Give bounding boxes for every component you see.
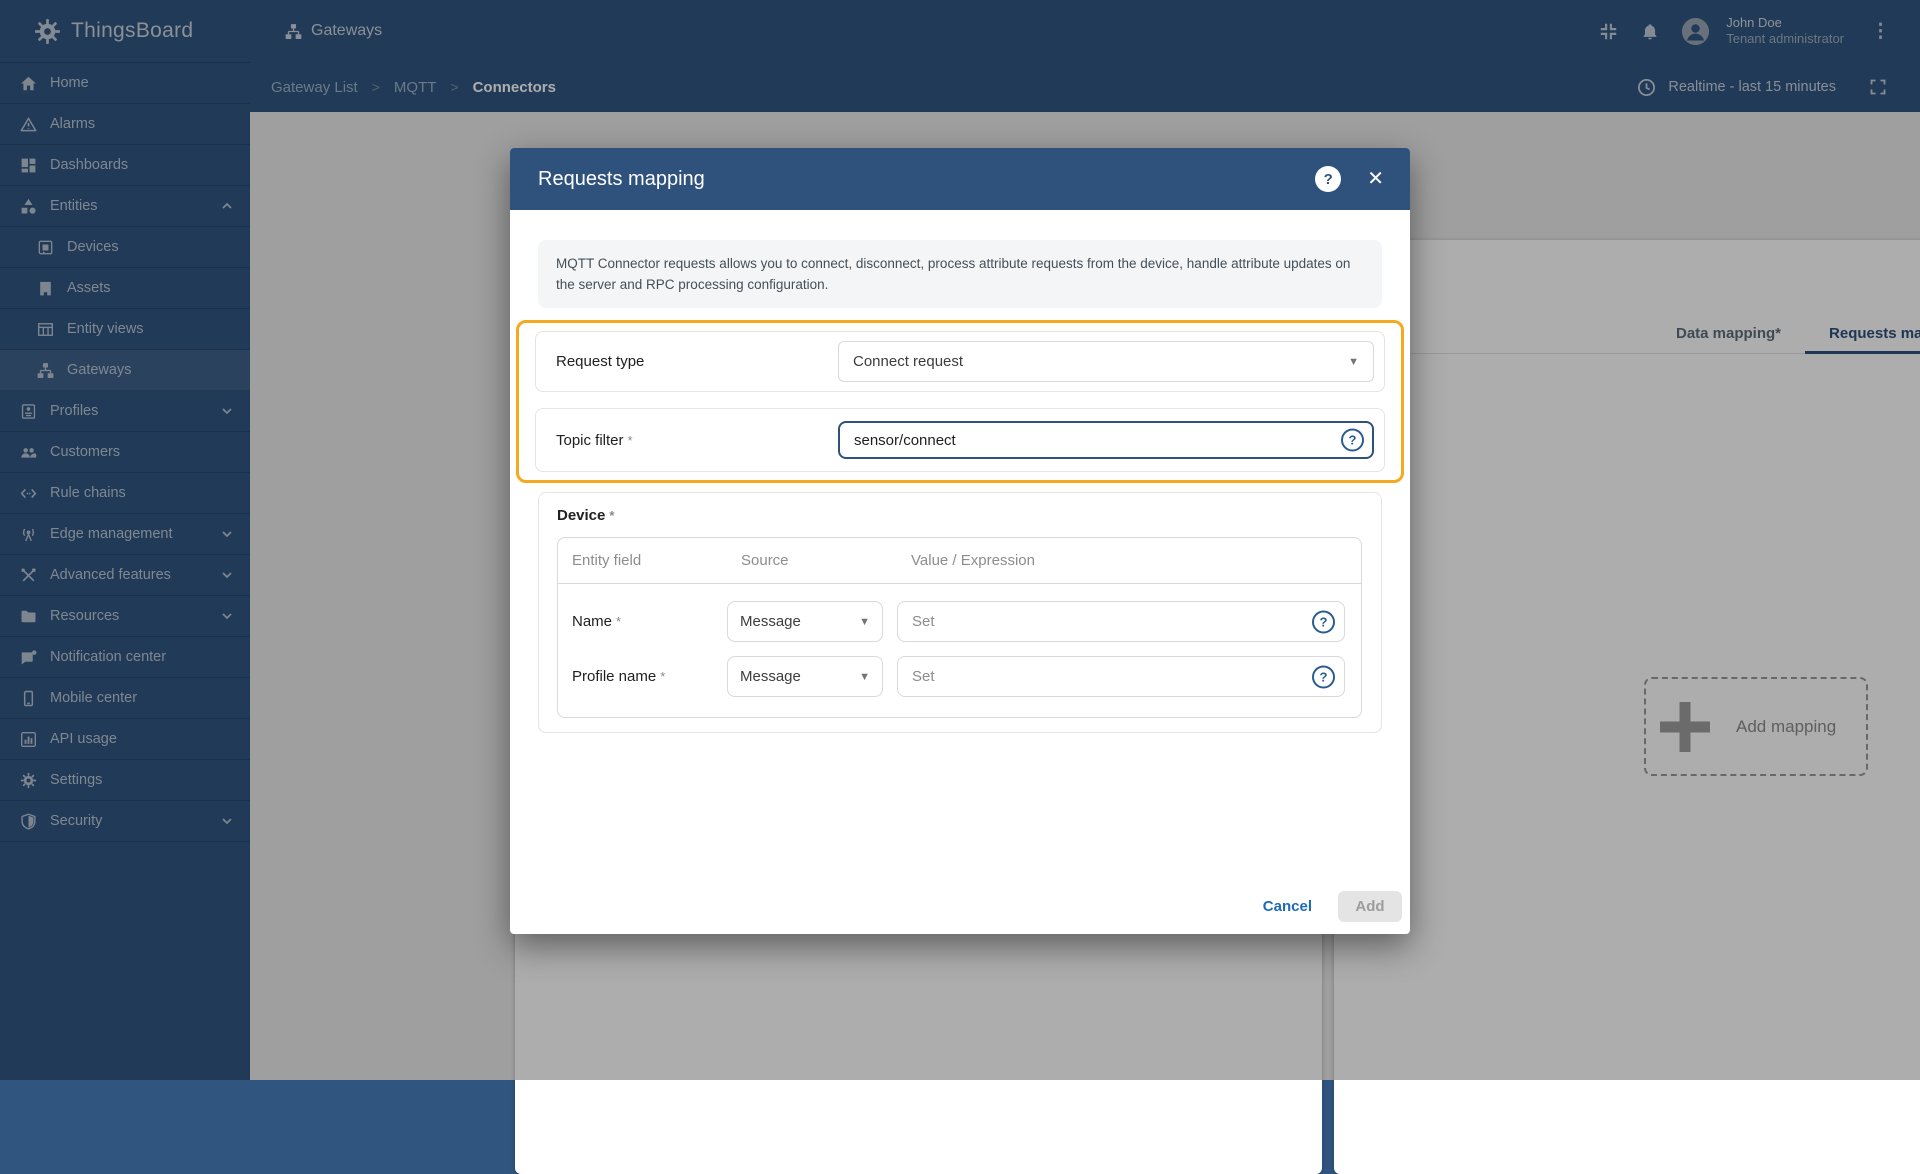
cancel-button[interactable]: Cancel	[1253, 890, 1322, 923]
required-asterisk: *	[616, 614, 621, 629]
topic-filter-input[interactable]	[838, 421, 1374, 459]
request-type-select[interactable]: Connect request ▼	[838, 341, 1374, 382]
column-value-expression: Value / Expression	[897, 552, 1361, 569]
device-table-row: Profile name* Message ▼ ?	[558, 656, 1345, 697]
chevron-down-icon: ▼	[859, 671, 870, 683]
device-table: Entity field Source Value / Expression N…	[557, 537, 1362, 718]
topic-filter-label: Topic filter*	[556, 432, 838, 449]
dialog-description: MQTT Connector requests allows you to co…	[538, 240, 1382, 308]
topic-filter-card: Topic filter* ?	[535, 408, 1385, 472]
tour-highlight-outline: Request type Connect request ▼ Topic fil…	[516, 320, 1404, 483]
requests-mapping-dialog: Requests mapping ? ✕ MQTT Connector requ…	[510, 148, 1410, 934]
request-type-card: Request type Connect request ▼	[535, 331, 1385, 392]
topic-filter-help-icon[interactable]: ?	[1341, 429, 1364, 452]
value-help-icon[interactable]: ?	[1312, 610, 1335, 633]
column-entity-field: Entity field	[558, 552, 727, 569]
dialog-header: Requests mapping ? ✕	[510, 148, 1410, 210]
value-expression-input[interactable]	[897, 656, 1345, 697]
dialog-footer: Cancel Add	[1253, 890, 1402, 923]
required-asterisk: *	[660, 669, 665, 684]
value-help-icon[interactable]: ?	[1312, 665, 1335, 688]
device-section-label: Device*	[557, 507, 1362, 524]
field-label-profile-name: Profile name*	[558, 668, 727, 685]
help-icon[interactable]: ?	[1315, 166, 1341, 192]
required-asterisk: *	[628, 433, 633, 448]
device-section: Device* Entity field Source Value / Expr…	[538, 492, 1382, 733]
device-table-row: Name* Message ▼ ?	[558, 601, 1345, 642]
required-asterisk: *	[609, 508, 614, 523]
source-select[interactable]: Message ▼	[727, 601, 883, 642]
source-select[interactable]: Message ▼	[727, 656, 883, 697]
value-expression-input[interactable]	[897, 601, 1345, 642]
field-label-name: Name*	[558, 613, 727, 630]
device-table-header: Entity field Source Value / Expression	[558, 538, 1361, 584]
request-type-value: Connect request	[853, 353, 963, 370]
chevron-down-icon: ▼	[859, 616, 870, 628]
request-type-label: Request type	[556, 353, 838, 370]
column-source: Source	[727, 552, 897, 569]
dialog-title: Requests mapping	[538, 168, 1315, 191]
close-icon[interactable]: ✕	[1367, 169, 1384, 189]
add-button[interactable]: Add	[1338, 891, 1402, 922]
chevron-down-icon: ▼	[1348, 356, 1359, 368]
